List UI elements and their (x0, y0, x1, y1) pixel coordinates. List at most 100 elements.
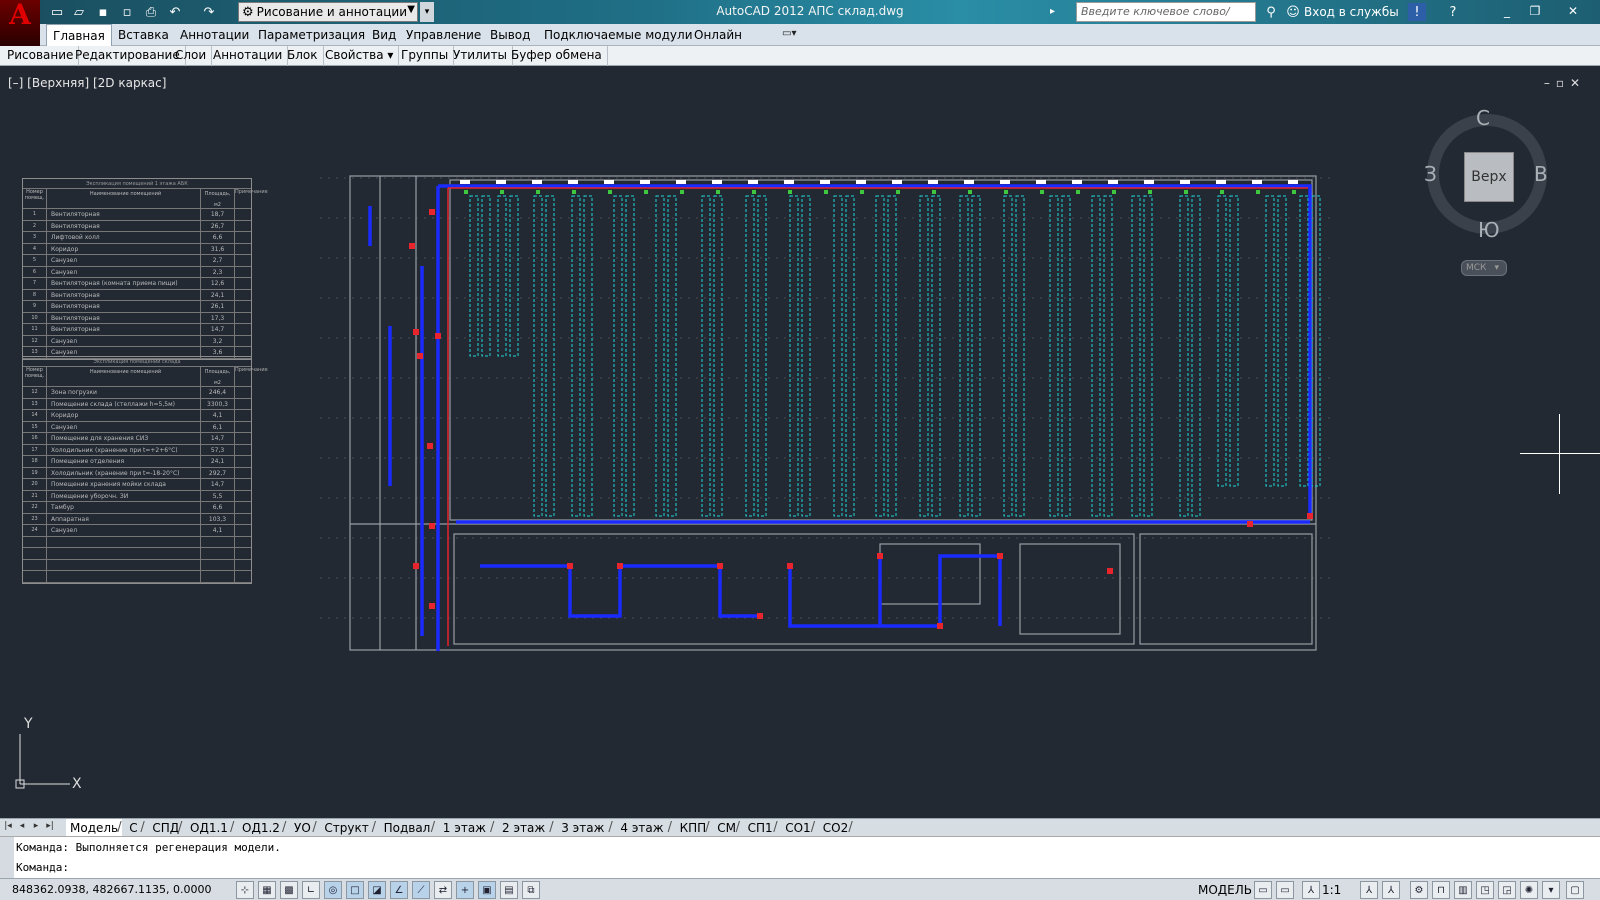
signin-link[interactable]: Вход в службы (1304, 5, 1399, 19)
ribbon-minimize-icon[interactable]: ▭▾ (782, 28, 806, 42)
save-as-icon[interactable]: ▫ (118, 3, 136, 21)
layout-tab[interactable]: ОД1.1 (186, 819, 232, 837)
layout-tab[interactable]: С (125, 819, 141, 837)
tab-annotate[interactable]: Аннотации (174, 24, 255, 46)
dynamic-input-icon[interactable]: ⇄ (434, 881, 452, 899)
layout-tab[interactable]: СП1 (744, 819, 777, 837)
auto-scale-icon[interactable]: ⅄ (1382, 881, 1400, 899)
quick-view-layouts-icon[interactable]: ▭ (1254, 881, 1272, 899)
ucs-menu-button[interactable]: МСК ▾ (1461, 260, 1507, 276)
tab-home[interactable]: Главная (46, 24, 112, 46)
viewcube-top-face[interactable]: Верх (1464, 152, 1514, 202)
restore-button[interactable]: ❐ (1522, 1, 1548, 21)
viewport-window-controls[interactable]: –▫✕ (1544, 76, 1586, 90)
polar-tracking-icon[interactable]: ◎ (324, 881, 342, 899)
isolate-objects-icon[interactable]: ◳ (1476, 881, 1494, 899)
lock-icon[interactable]: ⊓ (1432, 881, 1450, 899)
infer-constraints-icon[interactable]: ⊹ (236, 881, 254, 899)
layout-tab[interactable]: Структ (320, 819, 372, 837)
layout-tab[interactable]: Подвал (380, 819, 435, 837)
model-space-toggle[interactable]: МОДЕЛЬ (1198, 883, 1252, 897)
annotation-scale-icon[interactable]: ⅄ (1302, 881, 1320, 899)
panel-block[interactable]: Блок (282, 46, 324, 66)
command-window-grip[interactable] (0, 837, 14, 879)
ortho-mode-icon[interactable]: ∟ (302, 881, 320, 899)
undo-icon[interactable]: ↶ (166, 3, 184, 21)
panel-annotation[interactable]: Аннотации (208, 46, 289, 66)
expand-search-icon[interactable]: ▸ (1050, 6, 1055, 17)
layout-tab[interactable]: СО1 (781, 819, 814, 837)
selection-cycling-icon[interactable]: ⧉ (522, 881, 540, 899)
lineweight-icon[interactable]: + (456, 881, 474, 899)
dynamic-ucs-icon[interactable]: ⟋ (412, 881, 430, 899)
panel-modify[interactable]: Редактирование (70, 46, 186, 66)
annotation-visibility-icon[interactable]: ⅄ (1360, 881, 1378, 899)
tab-online[interactable]: Онлайн (688, 24, 748, 46)
tab-parametric[interactable]: Параметризация (252, 24, 371, 46)
transparency-icon[interactable]: ▣ (478, 881, 496, 899)
save-icon[interactable]: ▪ (94, 3, 112, 21)
annotation-scale[interactable]: 1:1 (1322, 883, 1341, 897)
lightbulb-icon[interactable]: ✺ (1520, 881, 1538, 899)
application-menu-button[interactable]: A (0, 0, 40, 46)
workspace-switching-icon[interactable]: ⚙ (1410, 881, 1428, 899)
compass-north[interactable]: С (1476, 106, 1490, 130)
layout-tab[interactable]: ОД1.2 (238, 819, 284, 837)
layout-tab[interactable]: СО2 (819, 819, 852, 837)
binoculars-icon[interactable]: ⚲ (1262, 3, 1280, 21)
help-search-input[interactable]: Введите ключевое слово/фразу (1076, 2, 1256, 36)
workspace-select[interactable]: ⚙ Рисование и аннотации ▼ (238, 2, 418, 22)
panel-groups[interactable]: Группы (396, 46, 455, 66)
floor-plan-drawing[interactable] (320, 146, 1340, 706)
user-icon[interactable]: ☺ (1284, 3, 1302, 21)
grid-display-icon[interactable]: ▩ (280, 881, 298, 899)
quick-access-menu-button[interactable]: ▾ (420, 2, 434, 22)
first-layout-icon[interactable]: |◂ (2, 821, 14, 835)
panel-properties[interactable]: Свойства ▾ (320, 46, 400, 66)
tab-view[interactable]: Вид (366, 24, 402, 46)
command-prompt[interactable]: Команда: (16, 861, 69, 874)
prev-layout-icon[interactable]: ◂ (16, 821, 28, 835)
compass-west[interactable]: З (1424, 162, 1437, 186)
layout-tab[interactable]: 4 этаж (616, 819, 667, 837)
object-snap-icon[interactable]: □ (346, 881, 364, 899)
new-file-icon[interactable]: ▭ (48, 3, 66, 21)
status-menu-icon[interactable]: ▾ (1542, 881, 1560, 899)
tab-plugins[interactable]: Подключаемые модули (538, 24, 699, 46)
tab-manage[interactable]: Управление (400, 24, 487, 46)
viewport-controls-label[interactable]: [–] [Верхняя] [2D каркас] (8, 76, 166, 90)
tab-insert[interactable]: Вставка (112, 24, 175, 46)
open-file-icon[interactable]: ▱ (70, 3, 88, 21)
layout-tab[interactable]: 2 этаж (498, 819, 549, 837)
snap-mode-icon[interactable]: ▦ (258, 881, 276, 899)
drawing-viewport[interactable]: [–] [Верхняя] [2D каркас] –▫✕ Экспликаци… (0, 66, 1600, 818)
hardware-acceleration-icon[interactable]: ▥ (1454, 881, 1472, 899)
compass-south[interactable]: Ю (1478, 218, 1500, 242)
tab-output[interactable]: Вывод (484, 24, 536, 46)
3d-object-snap-icon[interactable]: ◪ (368, 881, 386, 899)
layout-tab[interactable]: 3 этаж (557, 819, 608, 837)
clean-screen-toggle-icon[interactable]: ▢ (1566, 881, 1584, 899)
quick-properties-icon[interactable]: ▤ (500, 881, 518, 899)
row-name: Коридор (47, 243, 201, 254)
redo-icon[interactable]: ↷ (200, 3, 218, 21)
exchange-icon[interactable]: ! (1408, 3, 1426, 21)
last-layout-icon[interactable]: ▸| (44, 821, 56, 835)
layout-tab[interactable]: 1 этаж (439, 819, 490, 837)
minimize-button[interactable]: _ (1494, 1, 1520, 21)
panel-utilities[interactable]: Утилиты (448, 46, 514, 66)
clean-screen-icon[interactable]: ◲ (1498, 881, 1516, 899)
panel-draw[interactable]: Рисование (2, 46, 80, 66)
object-snap-tracking-icon[interactable]: ∠ (390, 881, 408, 899)
cursor-coordinates[interactable]: 848362.0938, 482667.1135, 0.0000 (12, 883, 211, 896)
layout-tab[interactable]: Модель (66, 819, 123, 837)
quick-view-drawings-icon[interactable]: ▭ (1276, 881, 1294, 899)
next-layout-icon[interactable]: ▸ (30, 821, 42, 835)
print-icon[interactable]: ⎙ (142, 3, 160, 21)
panel-layers[interactable]: Слои (170, 46, 213, 66)
layout-tab[interactable]: УО (290, 819, 315, 837)
compass-east[interactable]: В (1534, 162, 1548, 186)
close-button[interactable]: ✕ (1560, 1, 1586, 21)
help-icon[interactable]: ? (1444, 3, 1462, 21)
panel-clipboard[interactable]: Буфер обмена (506, 46, 608, 66)
